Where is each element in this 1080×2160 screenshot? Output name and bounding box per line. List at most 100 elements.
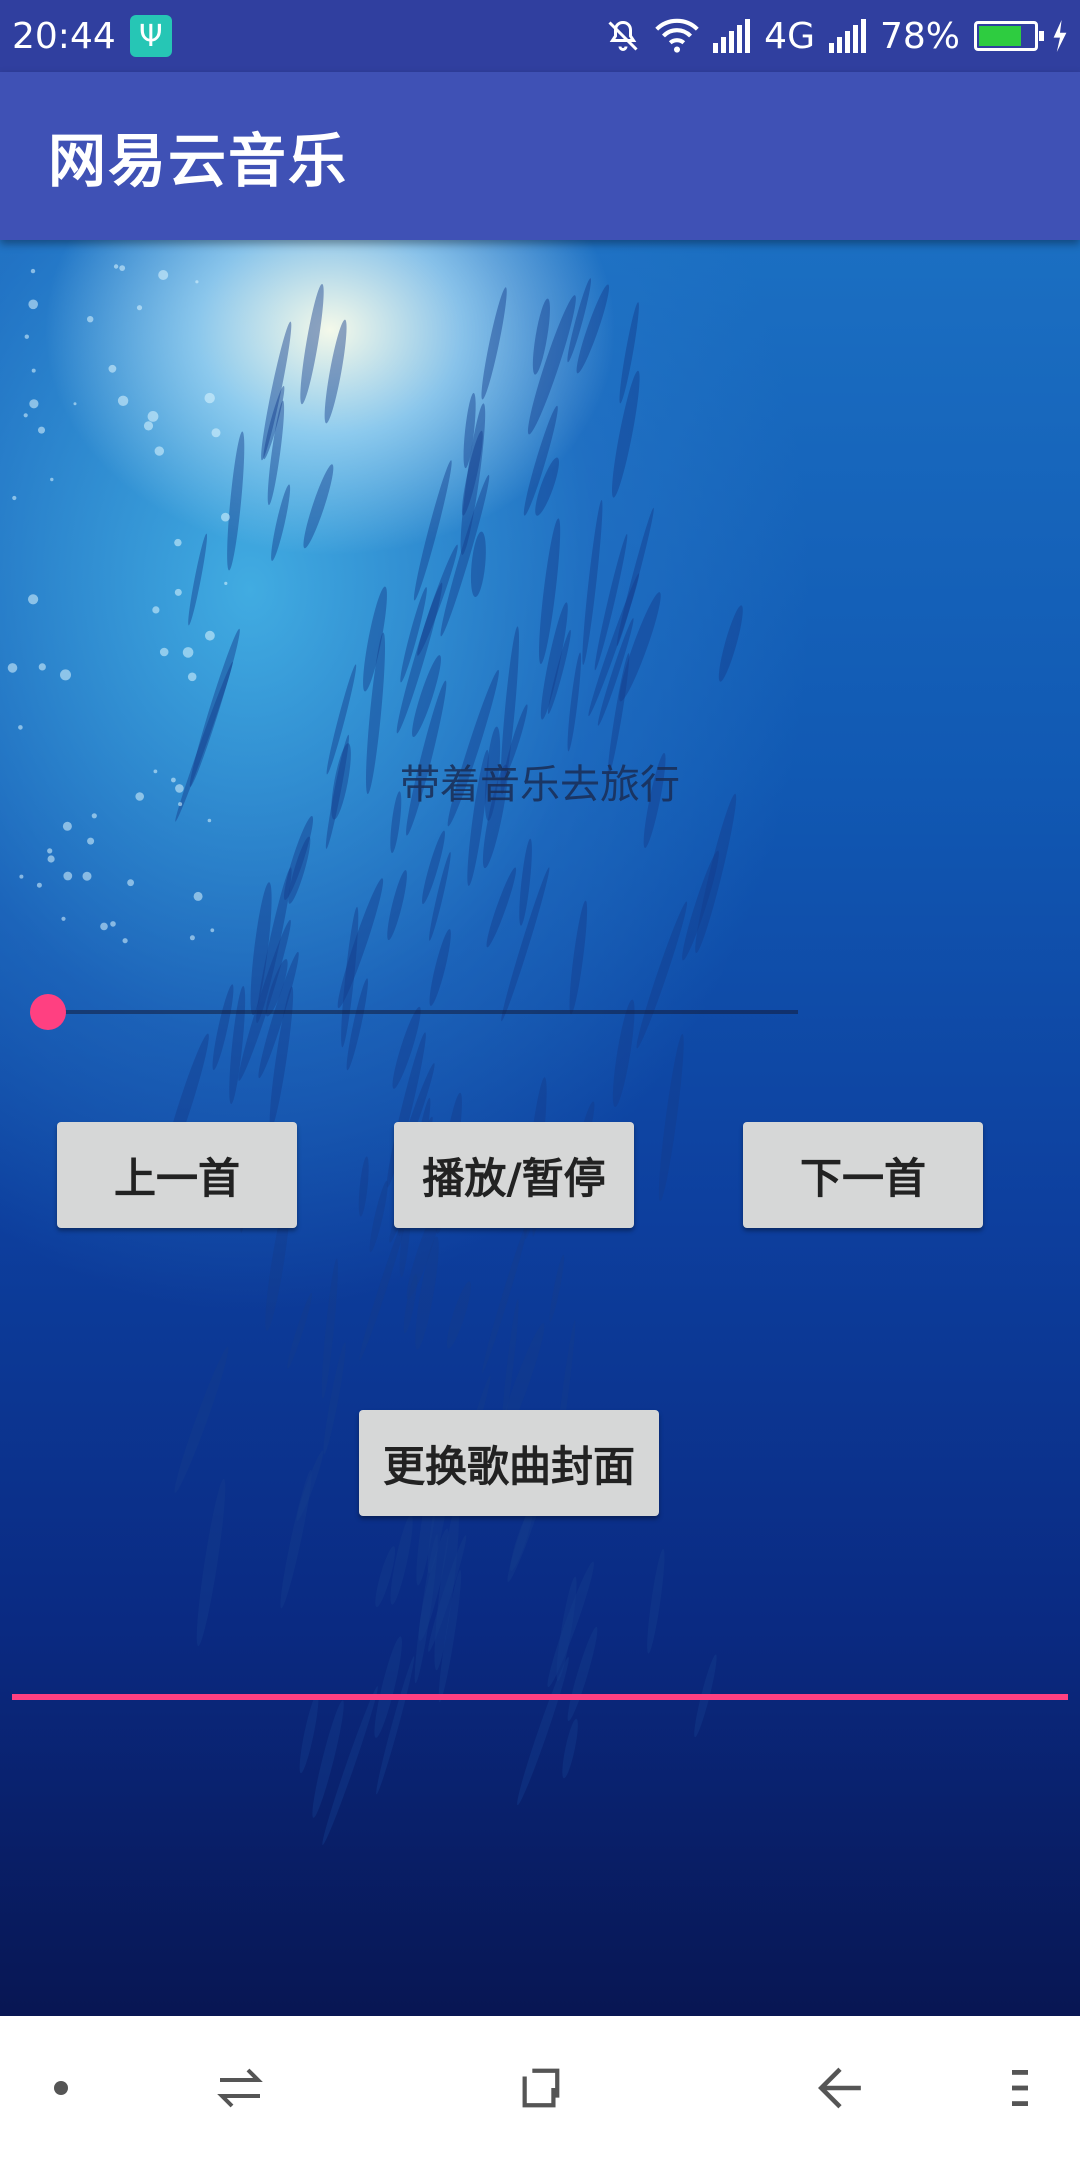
- bubble-shape: [127, 879, 134, 887]
- fish-shape: [612, 370, 640, 498]
- bubble-shape: [210, 928, 215, 933]
- bubble-shape: [27, 594, 39, 605]
- bubble-shape: [47, 855, 55, 863]
- bubble-shape: [195, 280, 199, 284]
- fish-shape: [300, 283, 324, 405]
- dot-icon[interactable]: [36, 2016, 86, 2160]
- network-type: 4G: [764, 15, 815, 57]
- fish-shape: [196, 1478, 226, 1647]
- bubble-shape: [117, 395, 129, 406]
- home-icon[interactable]: [500, 2016, 580, 2160]
- back-icon[interactable]: [800, 2016, 880, 2160]
- mute-notification-icon: [608, 20, 638, 51]
- fish-shape: [647, 1548, 665, 1654]
- fish-shape: [227, 431, 245, 571]
- fish-shape: [636, 901, 688, 1049]
- bubble-shape: [159, 647, 169, 657]
- app-title: 网易云音乐: [48, 127, 349, 195]
- bubble-shape: [110, 921, 116, 927]
- bubble-shape: [205, 630, 215, 641]
- battery-level-fill: [979, 26, 1021, 46]
- bubble-shape: [193, 891, 203, 901]
- bubble-shape: [152, 606, 160, 614]
- bubble-shape: [119, 265, 126, 271]
- bubble-shape: [18, 725, 23, 730]
- bubble-shape: [221, 512, 230, 522]
- seek-bar-thumb[interactable]: [30, 994, 66, 1030]
- navigation-bar: [0, 2016, 1080, 2160]
- bubble-shape: [61, 916, 66, 921]
- fish-shape: [658, 1033, 684, 1202]
- switch-apps-icon[interactable]: [205, 2016, 275, 2160]
- bubble-shape: [12, 495, 17, 501]
- fish-shape: [280, 1469, 312, 1609]
- bubble-shape: [31, 368, 36, 373]
- progress-line: [12, 1694, 1068, 1700]
- fish-shape: [567, 652, 582, 752]
- bubble-shape: [189, 935, 195, 941]
- usb-icon: Ψ: [129, 15, 172, 57]
- fish-shape: [718, 605, 743, 682]
- bubble-shape: [82, 871, 92, 881]
- fish-shape: [549, 1254, 565, 1322]
- status-time: 20:44: [12, 15, 116, 57]
- fish-shape: [481, 287, 507, 400]
- bubble-shape: [224, 581, 228, 585]
- fish-shape: [303, 464, 334, 549]
- fish-shape: [299, 1694, 319, 1774]
- bubble-shape: [30, 268, 36, 274]
- bubble-shape: [154, 446, 164, 456]
- fish-shape: [422, 830, 445, 905]
- previous-button[interactable]: 上一首: [57, 1122, 297, 1228]
- bubble-shape: [63, 871, 73, 881]
- fish-shape: [337, 878, 384, 1009]
- bubble-shape: [187, 672, 197, 682]
- bubble-shape: [147, 411, 159, 422]
- bubble-shape: [136, 305, 143, 311]
- song-caption: 带着音乐去旅行: [400, 762, 680, 808]
- bubble-shape: [73, 402, 77, 406]
- seek-bar-track[interactable]: [48, 1010, 798, 1014]
- fish-shape: [612, 999, 635, 1108]
- next-button[interactable]: 下一首: [743, 1122, 983, 1228]
- charging-icon: [1053, 20, 1067, 52]
- fish-shape: [387, 870, 407, 941]
- bubble-shape: [113, 264, 119, 269]
- change-cover-button[interactable]: 更换歌曲封面: [359, 1410, 659, 1516]
- fish-shape: [374, 1636, 402, 1738]
- bubble-shape: [108, 364, 117, 373]
- bubble-shape: [87, 837, 95, 845]
- fish-shape: [446, 1281, 471, 1349]
- menu-icon[interactable]: [1000, 2016, 1040, 2160]
- bubble-shape: [60, 669, 71, 681]
- bubble-shape: [174, 538, 182, 547]
- app-bar: 网易云音乐: [0, 72, 1080, 240]
- bubble-shape: [19, 874, 24, 879]
- bubble-shape: [23, 413, 28, 418]
- signal-icon-1: [713, 19, 751, 53]
- fish-shape: [283, 816, 314, 900]
- play-pause-button[interactable]: 播放/暂停: [394, 1122, 634, 1228]
- bubble-shape: [143, 421, 154, 431]
- battery-icon: [974, 21, 1044, 51]
- bubble-shape: [36, 882, 42, 888]
- bubble-shape: [122, 938, 128, 944]
- bubble-shape: [174, 588, 182, 596]
- fish-shape: [359, 1211, 408, 1361]
- bubble-shape: [100, 922, 108, 931]
- battery-percent: 78%: [879, 15, 960, 57]
- fish-shape: [324, 319, 347, 424]
- bubble-shape: [211, 428, 221, 438]
- fish-shape: [369, 1180, 388, 1253]
- bubble-shape: [207, 818, 212, 823]
- bubble-shape: [24, 334, 29, 339]
- bubble-shape: [47, 848, 53, 854]
- bubble-shape: [50, 477, 54, 482]
- bubble-shape: [29, 399, 39, 409]
- bubble-shape: [38, 426, 45, 434]
- bubble-shape: [7, 663, 18, 673]
- bubble-shape: [28, 299, 38, 310]
- status-bar: 20:44 Ψ 4G 78%: [0, 0, 1080, 72]
- fish-shape: [562, 1718, 578, 1779]
- fish-shape: [486, 867, 517, 948]
